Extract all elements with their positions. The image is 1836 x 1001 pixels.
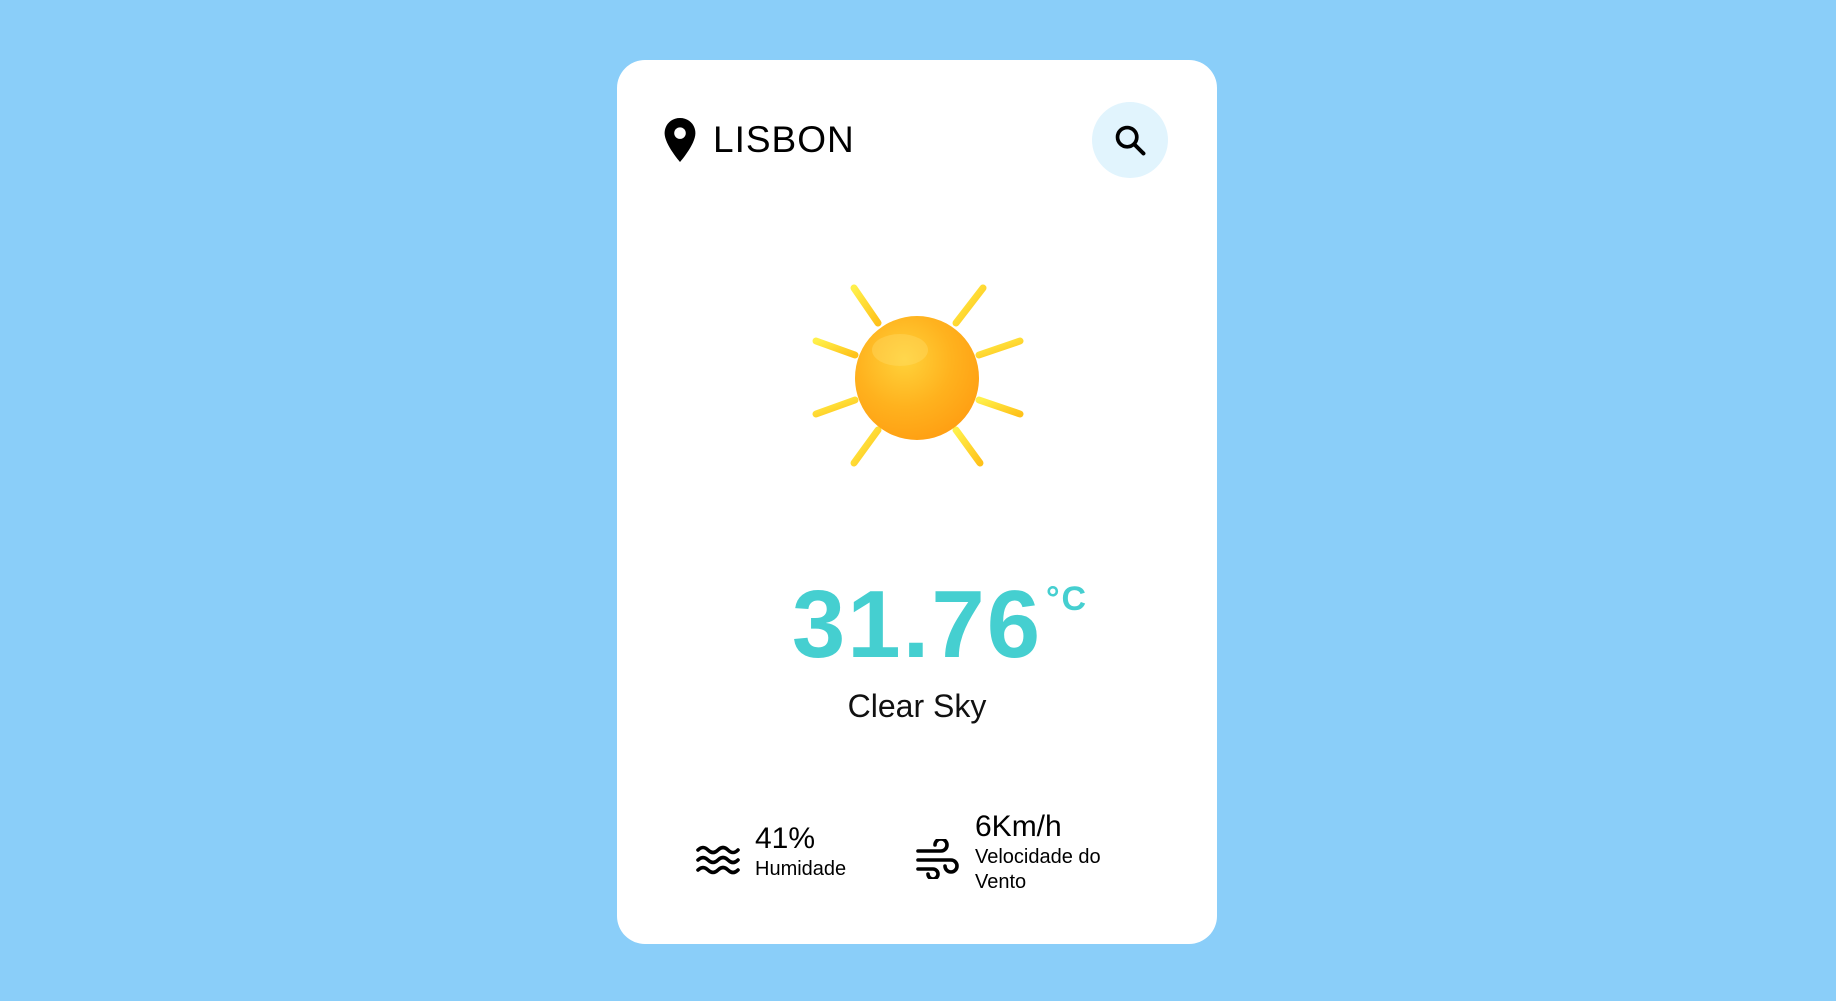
card-header: LISBON bbox=[663, 102, 1171, 178]
sun-icon bbox=[812, 264, 1024, 492]
temperature-value: 31.76 °C bbox=[791, 570, 1086, 680]
humidity-stat: 41% Humidade bbox=[695, 821, 915, 882]
temperature-unit: °C bbox=[1045, 580, 1089, 618]
wind-label: Velocidade do Vento bbox=[975, 846, 1101, 893]
temperature-number: 31.76 bbox=[791, 571, 1043, 678]
temperature-display: 31.76 °C bbox=[617, 570, 1217, 680]
city-name: LISBON bbox=[713, 119, 855, 160]
wind-value: 6Km/h bbox=[975, 810, 1062, 843]
search-button[interactable] bbox=[1092, 102, 1168, 178]
water-waves-icon bbox=[696, 845, 740, 875]
search-icon bbox=[1115, 125, 1146, 156]
weather-description: Clear Sky bbox=[847, 688, 987, 724]
humidity-label: Humidade bbox=[755, 858, 847, 880]
weather-card: LISBON 31.76 °C Clear Sky 41% Humidade 6… bbox=[617, 60, 1217, 944]
wind-icon bbox=[916, 839, 959, 879]
wind-stat: 6Km/h Velocidade do Vento bbox=[915, 809, 1135, 895]
weather-details: 41% Humidade 6Km/h Velocidade do Vento bbox=[617, 805, 1217, 905]
wind-text: 6Km/h Velocidade do Vento bbox=[975, 809, 1135, 895]
map-pin-icon bbox=[664, 118, 696, 162]
location: LISBON bbox=[663, 102, 855, 178]
humidity-text: 41% Humidade bbox=[755, 821, 915, 882]
humidity-value: 41% bbox=[755, 822, 816, 855]
